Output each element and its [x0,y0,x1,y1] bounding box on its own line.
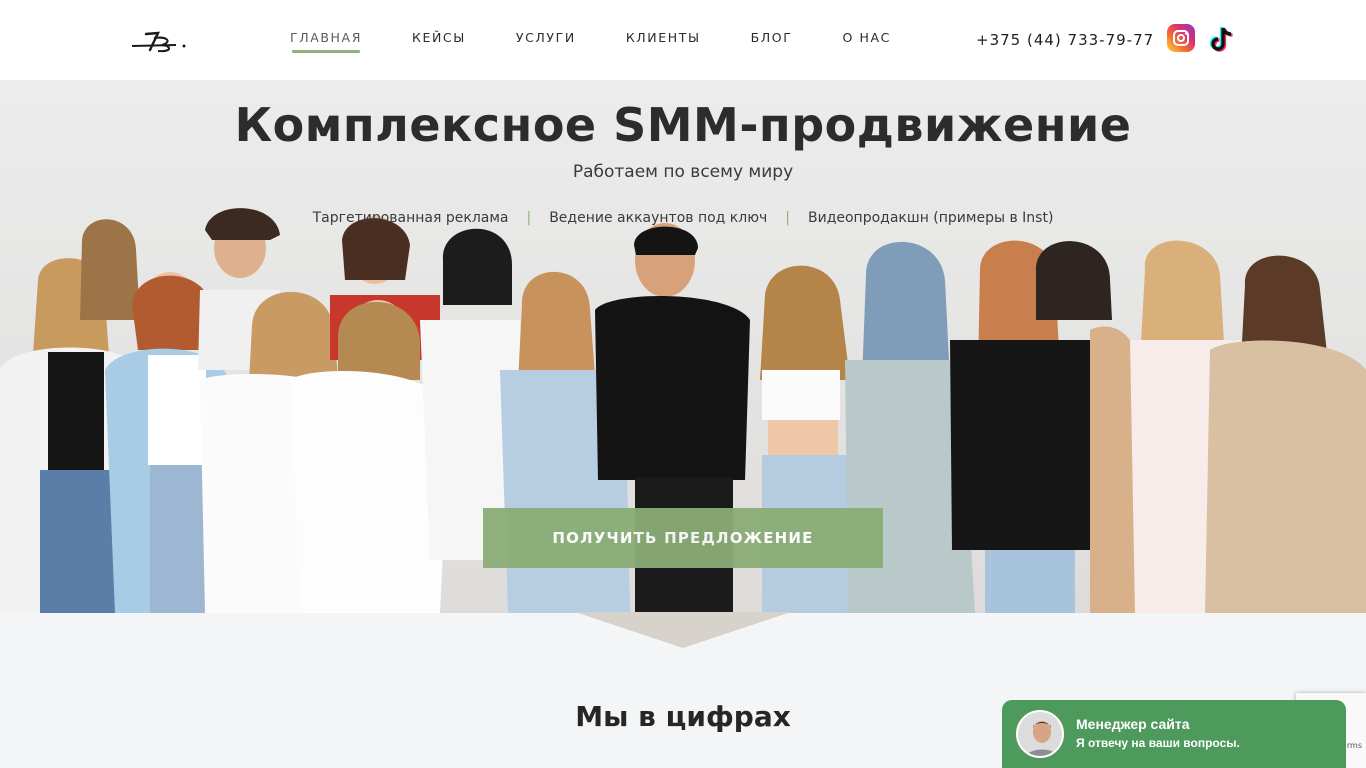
service-video[interactable]: Видеопродакшн (примеры в Inst) [808,210,1053,226]
section-arrow [575,612,791,648]
recaptcha-text: rms [1346,741,1362,750]
site-header: ГЛАВНАЯ КЕЙСЫ УСЛУГИ КЛИЕНТЫ БЛОГ О НАС … [0,0,1366,80]
get-offer-button[interactable]: ПОЛУЧИТЬ ПРЕДЛОЖЕНИЕ [483,508,883,568]
main-nav: ГЛАВНАЯ КЕЙСЫ УСЛУГИ КЛИЕНТЫ БЛОГ О НАС [290,30,941,53]
logo-icon[interactable] [128,24,190,54]
divider: | [785,210,790,226]
phone-link[interactable]: +375 (44) 733-79-77 [976,31,1154,49]
chat-manager-name: Менеджер сайта [1076,716,1190,732]
hero-section: Комплексное SMM-продвижение Работаем по … [0,80,1366,613]
nav-cases[interactable]: КЕЙСЫ [412,30,466,53]
instagram-icon[interactable] [1167,24,1195,52]
hero-subtitle: Работаем по всему миру [572,162,794,182]
services-list: Таргетированная реклама | Ведение аккаунто… [0,210,1366,226]
divider: | [526,210,532,226]
nav-clients[interactable]: КЛИЕНТЫ [626,30,701,53]
tiktok-icon[interactable] [1210,24,1238,54]
hero-title: Комплексное SMM-продвижение [234,98,1132,152]
chat-widget[interactable]: Менеджер сайта Я отвечу на ваши вопросы. [1002,700,1346,768]
chat-message: Я отвечу на ваши вопросы. [1076,736,1240,750]
nav-about[interactable]: О НАС [842,30,891,53]
service-targeting[interactable]: Таргетированная реклама [313,210,509,226]
nav-home[interactable]: ГЛАВНАЯ [290,30,362,53]
nav-services[interactable]: УСЛУГИ [516,30,576,53]
avatar [1016,710,1064,758]
service-accounts[interactable]: Ведение аккаунтов под ключ [549,210,767,226]
nav-blog[interactable]: БЛОГ [751,30,793,53]
